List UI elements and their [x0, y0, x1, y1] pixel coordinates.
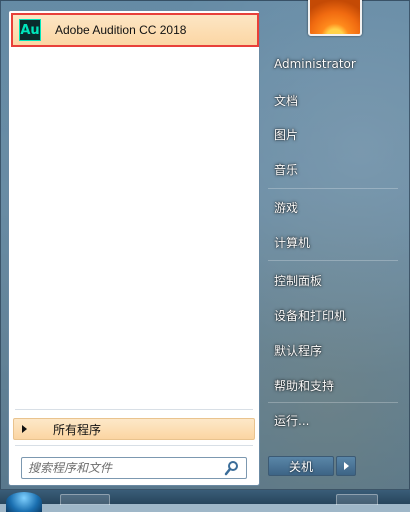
taskbar-button[interactable] — [60, 494, 110, 505]
menu-item-computer[interactable]: 计算机 — [266, 228, 402, 256]
menu-item-run[interactable]: 运行... — [266, 406, 402, 434]
search-input[interactable] — [22, 458, 224, 478]
menu-item-music[interactable]: 音乐 — [266, 155, 402, 183]
divider — [15, 409, 253, 410]
menu-item-help-support[interactable]: 帮助和支持 — [266, 371, 402, 399]
menu-item-administrator[interactable]: Administrator — [266, 50, 402, 78]
shutdown-button[interactable]: 关机 — [268, 456, 334, 476]
menu-item-label: 音乐 — [274, 162, 299, 177]
separator — [268, 188, 398, 189]
menu-item-label: 默认程序 — [274, 343, 323, 358]
arrow-right-icon — [22, 425, 27, 433]
menu-item-label: 运行... — [274, 413, 310, 428]
menu-item-control-panel[interactable]: 控制面板 — [266, 266, 402, 294]
search-icon[interactable] — [224, 460, 240, 476]
menu-item-games[interactable]: 游戏 — [266, 193, 402, 221]
menu-item-label: 计算机 — [274, 235, 311, 250]
menu-item-default-programs[interactable]: 默认程序 — [266, 336, 402, 364]
menu-item-label: 设备和打印机 — [274, 308, 347, 323]
menu-item-label: 图片 — [274, 127, 299, 142]
taskbar-button[interactable] — [336, 494, 378, 505]
menu-item-label: 控制面板 — [274, 273, 323, 288]
program-item-adobe-audition[interactable]: Au Adobe Audition CC 2018 — [11, 13, 259, 47]
all-programs-button[interactable]: 所有程序 — [13, 418, 255, 440]
program-item-label: Adobe Audition CC 2018 — [55, 23, 187, 37]
menu-item-label: 游戏 — [274, 200, 299, 215]
menu-item-label: 文档 — [274, 93, 299, 108]
separator — [268, 402, 398, 403]
separator — [268, 260, 398, 261]
menu-item-label: 帮助和支持 — [274, 378, 335, 393]
divider — [15, 445, 253, 446]
menu-item-devices-printers[interactable]: 设备和打印机 — [266, 301, 402, 329]
all-programs-label: 所有程序 — [53, 422, 102, 437]
start-orb-icon[interactable] — [6, 492, 42, 512]
menu-item-label: Administrator — [274, 57, 356, 71]
user-avatar[interactable] — [308, 0, 362, 36]
search-box — [21, 457, 247, 479]
start-menu-programs-pane: Au Adobe Audition CC 2018 所有程序 — [8, 10, 260, 486]
adobe-audition-icon: Au — [19, 19, 41, 41]
shutdown-options-button[interactable] — [336, 456, 356, 476]
menu-item-documents[interactable]: 文档 — [266, 86, 402, 114]
arrow-right-icon — [343, 462, 349, 470]
menu-item-pictures[interactable]: 图片 — [266, 120, 402, 148]
shutdown-label: 关机 — [288, 459, 313, 474]
